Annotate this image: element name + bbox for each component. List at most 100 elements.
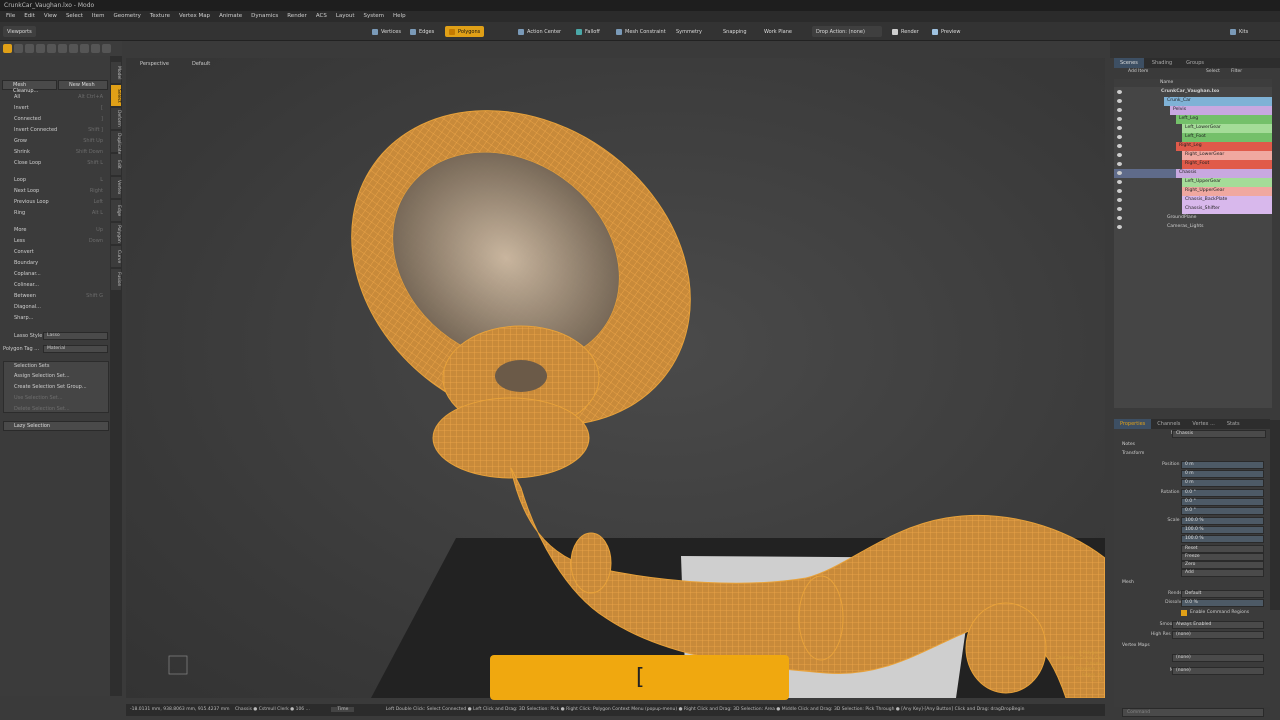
notes-section[interactable]: Notes — [1122, 442, 1135, 447]
lasso-style-select[interactable]: Lasso — [43, 332, 108, 340]
menu-item[interactable]: Item — [92, 13, 105, 20]
select-sharp-button[interactable]: Sharp... — [3, 313, 107, 323]
visibility-eye-icon[interactable] — [1117, 207, 1122, 211]
action-center-button[interactable]: Action Center — [514, 26, 565, 37]
menu-render[interactable]: Render — [287, 13, 307, 20]
name-field[interactable]: Chassis — [1172, 430, 1266, 438]
select-grow-button[interactable]: Grow Shift Up — [3, 136, 107, 146]
position-y-field[interactable]: 0 m — [1181, 470, 1264, 478]
snapping-button[interactable]: Snapping — [719, 26, 751, 37]
visibility-eye-icon[interactable] — [1117, 180, 1122, 184]
scene-item[interactable]: Left_UpperGear — [1114, 178, 1272, 187]
rotation-x-field[interactable]: 0.0 ° — [1181, 489, 1264, 497]
name-column-header[interactable]: Name — [1160, 80, 1173, 85]
select-shrink-button[interactable]: Shrink Shift Down — [3, 147, 107, 157]
visibility-eye-icon[interactable] — [1117, 198, 1122, 202]
scene-item[interactable]: Pelvis — [1114, 106, 1272, 115]
menu-texture[interactable]: Texture — [150, 13, 170, 20]
enable-command-regions-checkbox[interactable] — [1181, 610, 1187, 616]
menu-dynamics[interactable]: Dynamics — [251, 13, 278, 20]
edges-button[interactable]: Edges — [406, 26, 438, 37]
select-more-button[interactable]: More Up — [3, 225, 107, 235]
tab-duplicate[interactable]: Duplicate — [111, 131, 121, 154]
filter-button[interactable]: Filter — [1231, 69, 1242, 74]
tab-polygon[interactable]: Polygon — [111, 223, 121, 244]
tab-properties[interactable]: Properties — [1114, 419, 1152, 429]
visibility-eye-icon[interactable] — [1117, 99, 1122, 103]
tab-fusion[interactable]: Fusion — [111, 269, 121, 290]
scale-z-field[interactable]: 100.0 % — [1181, 535, 1264, 543]
visibility-eye-icon[interactable] — [1117, 171, 1122, 175]
menu-animate[interactable]: Animate — [219, 13, 242, 20]
select-boundary-button[interactable]: Boundary — [3, 258, 107, 268]
scene-item[interactable]: CrunkCar_Vaughan.lxo — [1114, 88, 1272, 97]
polygons-button[interactable]: Polygons — [445, 26, 485, 37]
select-loop-button[interactable]: Loop L — [3, 175, 107, 185]
tab-deform[interactable]: Deform — [111, 108, 121, 129]
render-button[interactable]: Render — [888, 26, 923, 37]
tab-vertex[interactable]: Vertex — [111, 177, 121, 198]
menu-help[interactable]: Help — [393, 13, 406, 20]
tab-curve[interactable]: Curve — [111, 246, 121, 267]
extrude-tool-icon[interactable] — [69, 44, 78, 53]
add-item-button[interactable]: Add Item — [1128, 69, 1148, 74]
select-invert-connected-button[interactable]: Invert Connected Shift ] — [3, 125, 107, 135]
visibility-eye-icon[interactable] — [1117, 135, 1122, 139]
tab-edge[interactable]: Edge — [111, 200, 121, 221]
mesh-cleanup-button[interactable]: Mesh Cleanup... — [2, 80, 57, 94]
select-next-loop-button[interactable]: Next Loop Right — [3, 186, 107, 196]
scene-item[interactable]: Left_LowerGear — [1114, 124, 1272, 133]
command-popup[interactable]: [ — [490, 655, 789, 700]
select-diagonal-button[interactable]: Diagonal... — [3, 302, 107, 312]
high-res-mesh-select[interactable]: (none) — [1172, 631, 1264, 639]
tab-scenes[interactable]: Scenes — [1114, 58, 1144, 68]
mesh-constraint-button[interactable]: Mesh Constraint — [612, 26, 670, 37]
menu-select[interactable]: Select — [66, 13, 83, 20]
scene-item[interactable]: GroundPlane — [1114, 214, 1272, 223]
render-select[interactable]: Default — [1181, 590, 1264, 598]
kits-button[interactable]: Kits — [1226, 26, 1252, 37]
scene-item[interactable]: Crunk_Car — [1114, 97, 1272, 106]
selection-set-item[interactable]: Assign Selection Set... — [3, 371, 107, 381]
select-close-loop-button[interactable]: Close Loop Shift L — [3, 158, 107, 168]
tab-edit[interactable]: Edit — [111, 154, 121, 175]
select-colinear-button[interactable]: Colinear... — [3, 280, 107, 290]
scene-item[interactable]: Cameras_Lights — [1114, 223, 1272, 232]
menu-vertex-map[interactable]: Vertex Map — [179, 13, 210, 20]
visibility-eye-icon[interactable] — [1117, 126, 1122, 130]
3d-viewport[interactable] — [126, 58, 1105, 698]
view-mode-select[interactable]: Perspective — [140, 61, 169, 67]
polygon-tag-select[interactable]: Material — [43, 345, 108, 353]
move-tool-icon[interactable] — [14, 44, 23, 53]
uv-select[interactable]: (none) — [1172, 654, 1264, 662]
scene-item[interactable]: Right_LowerGear — [1114, 151, 1272, 160]
menu-geometry[interactable]: Geometry — [113, 13, 140, 20]
redo-icon[interactable] — [102, 44, 111, 53]
dissolve-field[interactable]: 0.0 % — [1181, 599, 1264, 607]
scene-item[interactable]: Chassis_Shifter — [1114, 205, 1272, 214]
command-input[interactable]: Command — [1122, 708, 1264, 717]
visibility-eye-icon[interactable] — [1117, 162, 1122, 166]
view-style-select[interactable]: Default — [192, 61, 210, 67]
falloff-button[interactable]: Falloff — [572, 26, 604, 37]
tab-shading[interactable]: Shading — [1146, 58, 1178, 68]
tab-groups[interactable]: Groups — [1180, 58, 1210, 68]
menu-edit[interactable]: Edit — [24, 13, 35, 20]
tab-select[interactable]: Select — [111, 85, 121, 106]
rotate-tool-icon[interactable] — [25, 44, 34, 53]
scene-item[interactable]: Chassis_BackPlate — [1114, 196, 1272, 205]
morph-select[interactable]: (none) — [1172, 667, 1264, 675]
work-plane-button[interactable]: Work Plane — [760, 26, 796, 37]
scene-item[interactable]: Chassis — [1114, 169, 1272, 178]
select-connected-button[interactable]: Connected] — [3, 114, 107, 124]
select-tool-icon[interactable] — [3, 44, 12, 53]
visibility-eye-icon[interactable] — [1117, 216, 1122, 220]
vertices-button[interactable]: Vertices — [368, 26, 405, 37]
drop-action-select[interactable]: Drop Action: (none) — [812, 26, 882, 37]
undo-icon[interactable] — [91, 44, 100, 53]
scene-item[interactable]: Left_Leg — [1114, 115, 1272, 124]
tab-stats[interactable]: Stats — [1221, 419, 1246, 429]
add-button[interactable]: Add — [1181, 569, 1264, 577]
freeze-button[interactable]: Freeze — [1181, 553, 1264, 561]
select-between-button[interactable]: Between Shift G — [3, 291, 107, 301]
